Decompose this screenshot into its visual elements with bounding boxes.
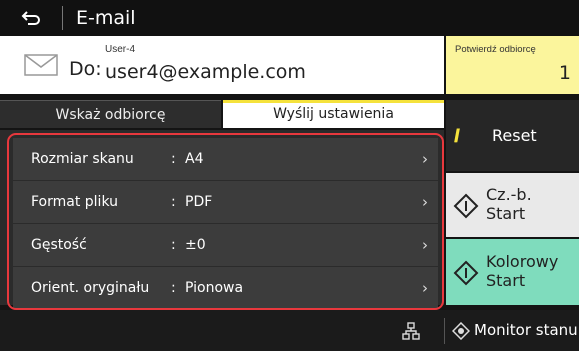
color-start-label-line2: Start: [486, 271, 526, 290]
setting-separator: :: [171, 194, 176, 210]
chevron-right-icon: ›: [422, 236, 428, 254]
setting-label: Rozmiar skanu: [31, 151, 134, 167]
to-label: Do:: [69, 58, 102, 80]
page-title: E-mail: [76, 7, 136, 29]
setting-row-orientation[interactable]: Orient. oryginału : Pionowa ›: [13, 267, 438, 309]
status-monitor-button[interactable]: Monitor stanu: [474, 310, 578, 351]
status-monitor-icon: [452, 322, 470, 340]
setting-value: Pionowa: [185, 280, 244, 296]
color-start-button[interactable]: Kolorowy Start: [446, 239, 579, 305]
chevron-right-icon: ›: [422, 279, 428, 297]
tab-specify-destination[interactable]: Wskaż odbiorcę: [0, 100, 221, 128]
setting-value: PDF: [185, 194, 213, 210]
reset-icon: //: [454, 126, 460, 146]
setting-separator: :: [171, 151, 176, 167]
setting-value: A4: [185, 151, 204, 167]
setting-label: Gęstość: [31, 237, 87, 253]
start-icon: [453, 193, 479, 219]
reset-button[interactable]: // Reset: [446, 100, 579, 171]
bw-start-label-line2: Start: [486, 204, 526, 223]
status-divider: [444, 318, 445, 344]
status-bar: Monitor stanu: [0, 310, 579, 351]
screen: E-mail Do: User-4 user4@example.com Potw…: [0, 0, 579, 351]
chevron-right-icon: ›: [422, 193, 428, 211]
setting-separator: :: [171, 237, 176, 253]
recipient-name: User-4: [105, 44, 136, 55]
setting-separator: :: [171, 280, 176, 296]
color-start-label-line1: Kolorowy: [486, 252, 559, 271]
chevron-right-icon: ›: [422, 150, 428, 168]
setting-row-file-format[interactable]: Format pliku : PDF ›: [13, 181, 438, 223]
title-bar: E-mail: [0, 0, 579, 36]
bw-start-button[interactable]: Cz.-b. Start: [446, 173, 579, 237]
confirm-recipients-button[interactable]: Potwierdź odbiorcę 1: [446, 36, 579, 94]
tab-send-settings[interactable]: Wyślij ustawienia: [223, 100, 444, 128]
back-arrow-icon: [21, 11, 40, 25]
setting-value: ±0: [185, 237, 206, 253]
back-button[interactable]: [0, 0, 62, 36]
setting-row-scan-size[interactable]: Rozmiar skanu : A4 ›: [13, 138, 438, 180]
confirm-recipients-label: Potwierdź odbiorcę: [455, 44, 536, 55]
start-icon: [453, 260, 479, 286]
recipient-email: user4@example.com: [105, 61, 306, 83]
setting-label: Format pliku: [31, 194, 119, 210]
title-divider: [62, 6, 63, 30]
envelope-icon: [24, 54, 58, 76]
setting-row-density[interactable]: Gęstość : ±0 ›: [13, 224, 438, 266]
network-icon: [402, 322, 420, 340]
reset-label: Reset: [492, 126, 537, 145]
bw-start-label-line1: Cz.-b.: [486, 185, 532, 204]
destination-field[interactable]: Do: User-4 user4@example.com: [0, 36, 444, 94]
active-tab-indicator: [223, 100, 444, 103]
setting-label: Orient. oryginału: [31, 280, 150, 296]
recipient-count: 1: [558, 62, 571, 84]
